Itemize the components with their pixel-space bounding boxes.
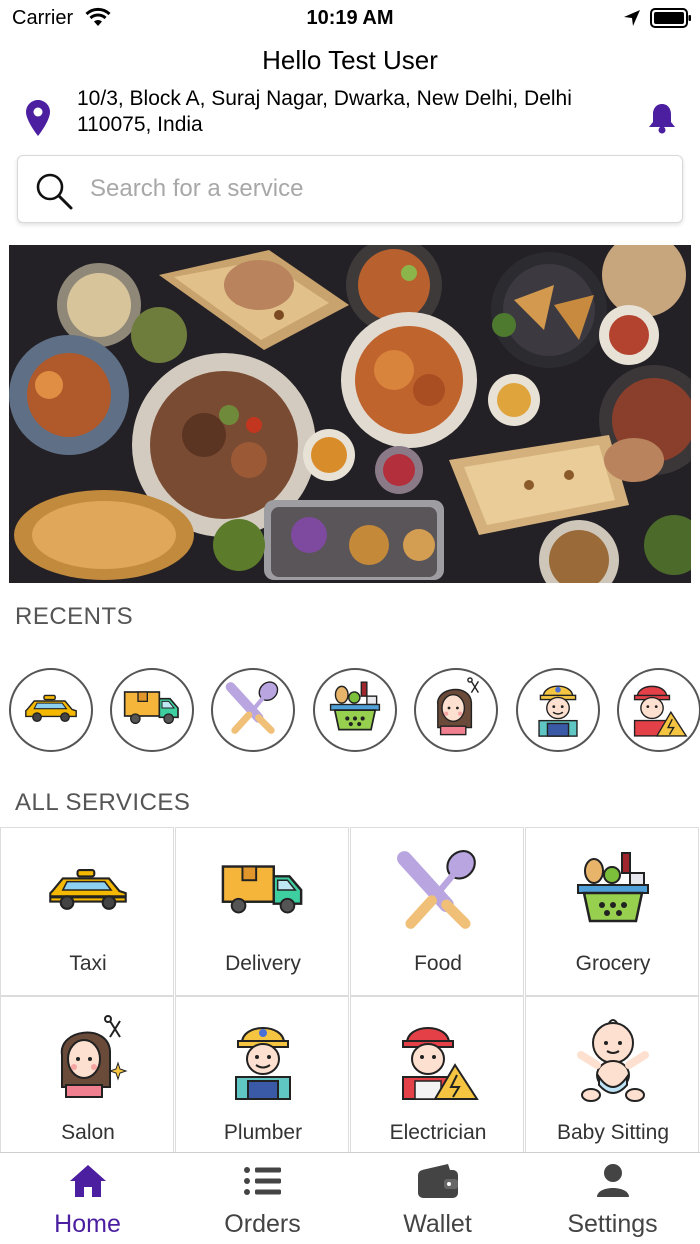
delivery-address[interactable]: 10/3, Block A, Suraj Nagar, Dwarka, New …	[77, 86, 637, 138]
service-tile-baby-sitting[interactable]: Baby Sitting	[525, 996, 699, 1152]
notification-bell-icon[interactable]	[648, 102, 676, 139]
greeting-title: Hello Test User	[262, 45, 438, 75]
grocery-basket-icon	[570, 849, 656, 936]
service-tile-salon[interactable]: Salon	[0, 996, 174, 1152]
recent-salon[interactable]	[414, 668, 498, 752]
service-tile-electrician[interactable]: Electrician	[350, 996, 524, 1152]
service-label: Plumber	[223, 1121, 303, 1144]
battery-icon	[650, 8, 692, 33]
home-icon	[68, 1163, 108, 1204]
food-banner-image	[9, 245, 691, 583]
recent-grocery[interactable]	[313, 668, 397, 752]
tab-label: Wallet	[403, 1210, 472, 1238]
status-time: 10:19 AM	[306, 7, 394, 29]
delivery-truck-icon	[122, 689, 182, 732]
promo-banner[interactable]	[9, 245, 691, 583]
plumber-icon	[532, 677, 584, 744]
all-services-title: ALL SERVICES	[15, 789, 191, 816]
service-tile-plumber[interactable]: Plumber	[175, 996, 349, 1152]
taxi-icon	[23, 693, 79, 728]
tab-settings[interactable]: Settings	[525, 1153, 700, 1244]
services-grid: Taxi Delivery Food Grocery Salon Plumber…	[0, 827, 700, 1152]
recent-electrician[interactable]	[617, 668, 700, 752]
food-utensils-icon	[225, 680, 281, 741]
list-icon	[243, 1165, 283, 1202]
tab-label: Home	[54, 1210, 121, 1238]
service-label: Grocery	[575, 952, 651, 975]
service-label: Taxi	[69, 952, 107, 975]
food-utensils-icon	[396, 848, 480, 937]
service-label: Electrician	[389, 1121, 487, 1144]
salon-icon	[48, 1014, 128, 1108]
service-label: Salon	[61, 1121, 115, 1144]
electrician-icon	[395, 1015, 481, 1108]
recent-taxi[interactable]	[9, 668, 93, 752]
search-bar[interactable]	[17, 155, 683, 223]
salon-icon	[428, 676, 484, 744]
status-bar: Carrier 10:19 AM	[0, 0, 700, 36]
service-label: Food	[414, 952, 462, 975]
electrician-icon	[629, 677, 689, 744]
search-input[interactable]	[90, 170, 650, 208]
tab-label: Orders	[224, 1210, 301, 1238]
taxi-icon	[46, 868, 130, 917]
location-arrow-icon	[622, 8, 642, 33]
grocery-basket-icon	[325, 679, 385, 742]
service-tile-delivery[interactable]: Delivery	[175, 827, 349, 996]
tab-label: Settings	[567, 1210, 658, 1238]
plumber-icon	[226, 1015, 300, 1108]
tab-home[interactable]: Home	[0, 1153, 175, 1244]
baby-icon	[571, 1015, 655, 1108]
service-tile-grocery[interactable]: Grocery	[525, 827, 699, 996]
recents-title: RECENTS	[15, 603, 134, 630]
search-icon	[34, 171, 74, 216]
tab-orders[interactable]: Orders	[175, 1153, 350, 1244]
tab-wallet[interactable]: Wallet	[350, 1153, 525, 1244]
location-pin-icon[interactable]	[26, 100, 50, 141]
person-icon	[595, 1163, 631, 1204]
delivery-truck-icon	[219, 862, 307, 923]
bottom-tab-bar: Home Orders Wallet Settings	[0, 1152, 700, 1244]
recent-plumber[interactable]	[516, 668, 600, 752]
recents-list	[0, 668, 700, 754]
recent-food[interactable]	[211, 668, 295, 752]
service-tile-taxi[interactable]: Taxi	[0, 827, 174, 996]
service-tile-food[interactable]: Food	[350, 827, 524, 996]
recent-delivery[interactable]	[110, 668, 194, 752]
wallet-icon	[416, 1162, 460, 1205]
service-label: Baby Sitting	[556, 1121, 670, 1144]
service-label: Delivery	[225, 952, 301, 975]
